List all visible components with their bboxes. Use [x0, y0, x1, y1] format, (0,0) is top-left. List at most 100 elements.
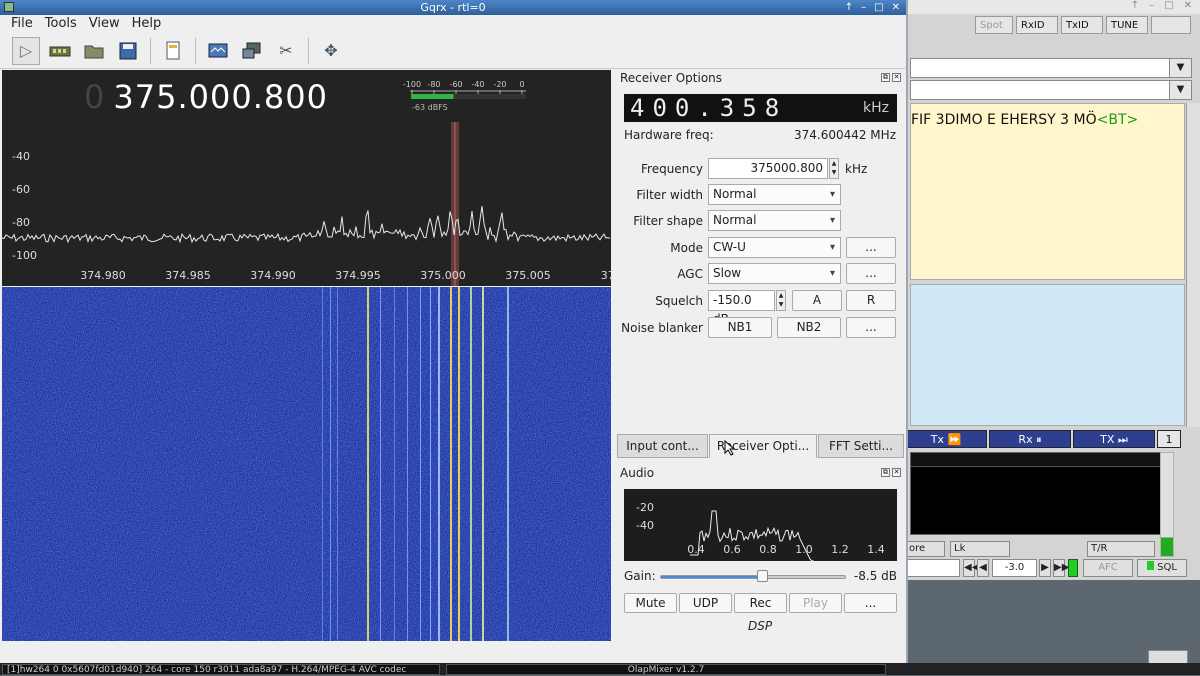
squelch-auto-button[interactable]: A [792, 290, 842, 311]
save-icon[interactable] [114, 37, 142, 65]
tune-button[interactable]: TUNE [1106, 16, 1148, 34]
menu-tools[interactable]: Tools [42, 15, 80, 33]
gain-slider-track[interactable] [660, 575, 846, 579]
open-folder-icon[interactable] [80, 37, 108, 65]
plot-y-label: -40 [12, 150, 30, 163]
fldigi-combo-1[interactable]: ▼ [910, 58, 1192, 78]
spot-button[interactable]: Spot [975, 16, 1013, 34]
device-icon[interactable] [46, 37, 74, 65]
taskbar-mixer[interactable]: OlapMixer v1.2.7 [446, 664, 886, 675]
filter-shape-select[interactable]: Normal [708, 210, 841, 231]
store-button[interactable]: ore [905, 541, 945, 557]
agc-select[interactable]: Slow [708, 263, 841, 284]
float-icon[interactable]: ⧉ [881, 73, 890, 82]
right-icon[interactable]: ▶ [1039, 559, 1051, 577]
rec-button[interactable]: Rec [734, 593, 787, 613]
mode-options-button[interactable]: ... [846, 237, 896, 258]
fldigi-ruler [911, 453, 1161, 467]
sql-button[interactable]: SQL [1137, 559, 1187, 577]
left-icon[interactable]: ◀ [977, 559, 989, 577]
txid-button[interactable]: TxID [1061, 16, 1103, 34]
meter-value: -63 dBFS [412, 103, 448, 112]
squelch-spin-icon[interactable]: ▲ ▼ [776, 290, 786, 311]
fast-left-icon[interactable]: ◀◀ [963, 559, 979, 577]
afc-offset-field[interactable]: -3.0 [992, 559, 1037, 577]
fldigi-window: ↑ – □ ✕ Spot RxID TxID TUNE ▼ ▼ FIF 3DIM… [905, 0, 1200, 580]
fldigi-waterfall[interactable] [910, 452, 1162, 535]
tr-button[interactable]: T/R [1087, 541, 1155, 557]
frequency-input[interactable]: 375000.800 [708, 158, 828, 179]
chevron-down-icon[interactable]: ▼ [1169, 81, 1191, 99]
noise-options-button[interactable]: ... [846, 317, 896, 338]
spectrum-plot[interactable]: 0 375.000.800 -100 -80 -60 -40 -20 0 -63 dBFS -… [2, 70, 611, 286]
minimize-button[interactable]: – [861, 0, 866, 15]
tx-end-button[interactable]: TX ⏭ [1073, 430, 1155, 448]
fldigi-rx-pane[interactable]: FIF 3DIMO E EHERSY 3 MÖ<BT> [910, 103, 1185, 280]
gain-slider-handle[interactable] [757, 570, 769, 582]
network-icon[interactable] [238, 37, 266, 65]
maximize-button[interactable]: □ [874, 0, 883, 15]
plot-y-labels: -40 -60 -80 -100 [12, 150, 37, 262]
waterfall-line [450, 287, 452, 641]
waterfall-line [507, 287, 509, 641]
audio-options-button[interactable]: ... [844, 593, 897, 613]
rxid-button[interactable]: RxID [1016, 16, 1058, 34]
document-icon[interactable] [159, 37, 187, 65]
tx-button[interactable]: Tx ⏩ [905, 430, 987, 448]
agc-options-button[interactable]: ... [846, 263, 896, 284]
lcd-frequency[interactable]: 400.358 kHz [624, 94, 897, 122]
tools-icon[interactable]: ✂ [272, 37, 300, 65]
fldigi-maximize-button[interactable]: □ [1164, 0, 1173, 14]
fldigi-pin-icon[interactable]: ↑ [1131, 0, 1139, 14]
udp-button[interactable]: UDP [679, 593, 732, 613]
taskbar-terminal[interactable]: [1]hw264 0 0x5607fd01d940] 264 - core 15… [2, 664, 440, 675]
plot-y-label: -100 [12, 249, 37, 262]
play-button[interactable]: Play [789, 593, 842, 613]
squelch-reset-button[interactable]: R [846, 290, 896, 311]
play-icon[interactable]: ▷ [12, 36, 40, 65]
close-icon[interactable]: ✕ [892, 73, 901, 82]
rx-bt-tag: <BT> [1096, 112, 1139, 128]
frequency-spin-icon[interactable]: ▲ ▼ [829, 158, 839, 179]
meter-tick-label: -100 [403, 80, 421, 89]
fldigi-titlebar: ↑ – □ ✕ [905, 0, 1200, 14]
tab-fft-settings[interactable]: FFT Setti... [818, 434, 904, 458]
screen-icon[interactable] [204, 37, 232, 65]
audio-spectrum[interactable]: -20-40 0.4 0.6 0.8 1.0 1.2 1.4 [624, 489, 897, 561]
float-icon[interactable]: ⧉ [881, 468, 890, 477]
filter-width-select[interactable]: Normal [708, 184, 841, 205]
move-icon[interactable]: ✥ [317, 37, 345, 65]
pin-icon[interactable]: ↑ [845, 0, 853, 15]
squelch-level-meter[interactable] [1160, 452, 1174, 557]
nb2-button[interactable]: NB2 [777, 317, 841, 338]
fldigi-field[interactable] [905, 559, 960, 577]
fldigi-combo-2[interactable]: ▼ [910, 80, 1192, 100]
lock-button[interactable]: Lk [950, 541, 1010, 557]
squelch-input[interactable]: -150.0 dB [708, 290, 775, 326]
rx-button[interactable]: Rx ⏸ [989, 430, 1071, 448]
close-button[interactable]: ✕ [892, 0, 900, 15]
afc-button[interactable]: AFC [1083, 559, 1133, 577]
close-icon[interactable]: ✕ [892, 468, 901, 477]
plot-y-label: -80 [12, 216, 30, 229]
fast-right-icon[interactable]: ▶▶ [1053, 559, 1069, 577]
fldigi-scrollbar[interactable] [1186, 103, 1200, 427]
waterfall-line [430, 287, 431, 641]
nb1-button[interactable]: NB1 [708, 317, 772, 338]
fldigi-close-button[interactable]: ✕ [1184, 0, 1192, 14]
menu-help[interactable]: Help [129, 15, 165, 33]
fldigi-tx-pane[interactable] [910, 284, 1185, 426]
menu-view[interactable]: View [86, 15, 123, 33]
sql-led-icon [1147, 561, 1155, 570]
tab-input-controls[interactable]: Input cont... [617, 434, 708, 458]
menu-file[interactable]: File [8, 15, 36, 33]
waterfall[interactable] [2, 287, 611, 641]
squelch-level-fill [1161, 537, 1173, 556]
fldigi-minimize-button[interactable]: – [1149, 0, 1154, 14]
mute-button[interactable]: Mute [624, 593, 677, 613]
plot-x-label: 374.990 [250, 269, 296, 282]
mode-select[interactable]: CW-U [708, 237, 841, 258]
blank-button[interactable] [1151, 16, 1191, 34]
plot-y-label: -60 [12, 183, 30, 196]
chevron-down-icon[interactable]: ▼ [1169, 59, 1191, 77]
